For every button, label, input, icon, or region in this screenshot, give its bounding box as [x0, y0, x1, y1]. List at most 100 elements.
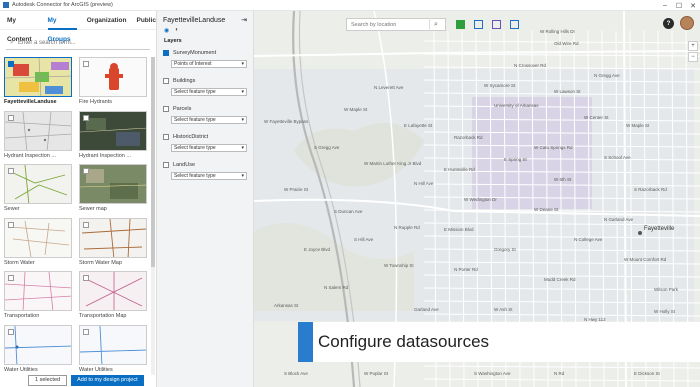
feature-type-value: Select feature type	[174, 145, 216, 151]
content-item[interactable]: Storm Water Map	[79, 217, 147, 272]
street-label: W Prairie St	[284, 187, 309, 192]
item-checkbox[interactable]	[8, 168, 14, 174]
layer-checkbox[interactable]	[163, 161, 169, 168]
item-checkbox[interactable]	[83, 61, 89, 67]
content-thumbnail[interactable]	[4, 217, 72, 258]
content-thumbnail[interactable]	[4, 271, 72, 311]
item-checkbox[interactable]	[8, 114, 14, 121]
location-search-input[interactable]	[347, 21, 429, 28]
content-thumbnail[interactable]	[79, 110, 147, 151]
minimize-button[interactable]: –	[658, 0, 672, 11]
chevron-down-icon: ▾	[241, 145, 244, 151]
rectangle-select-icon[interactable]	[492, 20, 501, 29]
chevron-down-icon: ▾	[241, 117, 244, 123]
tab-my-groups[interactable]: My Groups	[47, 11, 77, 43]
content-item[interactable]: Water Utilities	[4, 324, 72, 376]
content-item[interactable]: Sewer map	[79, 164, 147, 218]
street-label: W Ash St	[494, 307, 513, 312]
layer-name: Buildings	[173, 77, 196, 84]
street-label: Old Wire Rd	[554, 41, 579, 46]
content-thumbnail[interactable]	[79, 57, 147, 97]
street-label: Arkansas St	[274, 303, 299, 308]
content-grid: FayettevilleLanduse Fire Hydrants Hydrant …	[4, 57, 150, 375]
content-thumbnail[interactable]	[79, 217, 147, 258]
content-item[interactable]: Storm Water	[4, 217, 72, 272]
street-label: E Dickson St	[634, 371, 660, 376]
feature-type-select[interactable]: Points of Interest ▾	[171, 60, 247, 68]
basemap-icon[interactable]: ◐	[175, 27, 179, 34]
content-item[interactable]: Hydrant Inspection ...	[79, 110, 147, 165]
clear-selection-icon[interactable]	[510, 20, 519, 29]
scrollbar-thumb[interactable]	[151, 57, 155, 267]
zoom-out-button[interactable]: −	[688, 52, 698, 62]
feature-type-value: Points of Interest	[174, 61, 212, 67]
street-label: S Washington Ave	[474, 371, 511, 376]
layer-checkbox[interactable]	[163, 105, 169, 112]
content-item[interactable]: FayettevilleLanduse	[4, 57, 72, 111]
layer-checkbox[interactable]	[163, 77, 169, 84]
item-checkbox[interactable]	[8, 275, 14, 281]
item-checkbox[interactable]	[8, 61, 14, 67]
street-label: S Hill Ave	[354, 237, 374, 242]
street-label: W Holly St	[654, 309, 676, 314]
zoom-in-button[interactable]: +	[688, 41, 698, 51]
tab-organization[interactable]: Organization	[87, 11, 127, 30]
feature-type-select[interactable]: Select feature type ▾	[171, 88, 247, 96]
extent-tool-icon[interactable]	[474, 20, 483, 29]
overlay-banner: Configure datasources	[298, 322, 700, 362]
content-thumbnail[interactable]	[79, 164, 147, 204]
add-to-project-button[interactable]: Add to my design project	[71, 374, 144, 386]
street-label: N Leverett Ave	[374, 85, 404, 90]
close-button[interactable]: ✕	[686, 0, 700, 11]
layer-row: HistoricDistrict Select feature type ▾	[157, 132, 253, 152]
item-checkbox[interactable]	[83, 275, 89, 281]
content-thumbnail[interactable]	[79, 324, 147, 365]
item-checkbox[interactable]	[83, 221, 89, 228]
item-checkbox[interactable]	[83, 168, 89, 174]
content-item[interactable]: Sewer	[4, 164, 72, 218]
street-label: Garland Ave	[414, 307, 439, 312]
search-input[interactable]	[18, 39, 148, 46]
layer-row: LandUse Select feature type ▾	[157, 160, 253, 180]
search-icon[interactable]: ⌕	[429, 18, 442, 31]
feature-type-value: Select feature type	[174, 89, 216, 95]
item-checkbox[interactable]	[83, 114, 89, 121]
select-tool-icon[interactable]	[456, 20, 465, 29]
content-item-label: Water Utilities	[79, 366, 113, 373]
content-item[interactable]: Fire Hydrants	[79, 57, 147, 111]
map-view[interactable]: W Rolling Hills Dr Old Wire Rd N Crossover…	[254, 11, 700, 387]
street-label: N Rd	[554, 371, 565, 376]
content-thumbnail[interactable]	[79, 271, 147, 311]
help-icon[interactable]: ?	[663, 18, 674, 29]
title-bar: Autodesk Connector for ArcGIS (preview) …	[0, 0, 700, 11]
content-scrollbar[interactable]	[151, 57, 155, 375]
item-checkbox[interactable]	[8, 221, 14, 228]
content-thumbnail[interactable]	[4, 110, 72, 151]
content-item[interactable]: Hydrant Inspection ...	[4, 110, 72, 165]
content-item[interactable]: Water Utilities	[79, 324, 147, 376]
content-thumbnail[interactable]	[4, 57, 72, 97]
street-label: N Gregg Ave	[594, 73, 620, 78]
street-label: E Huntsville Rd	[444, 167, 475, 172]
selected-count-button[interactable]: 1 selected	[28, 374, 68, 386]
content-item-label: Sewer	[4, 206, 20, 212]
search-icon: ⌕	[10, 38, 14, 46]
content-item[interactable]: Transportation	[4, 271, 72, 325]
layers-icon[interactable]: ◉	[164, 27, 169, 34]
layer-checkbox[interactable]	[163, 49, 169, 56]
content-item[interactable]: Transportation Map	[79, 271, 147, 325]
item-checkbox[interactable]	[8, 328, 14, 335]
content-thumbnail[interactable]	[4, 324, 72, 365]
layer-checkbox[interactable]	[163, 133, 169, 140]
avatar[interactable]	[680, 16, 694, 30]
item-checkbox[interactable]	[83, 328, 89, 335]
tab-my-content[interactable]: My Content	[7, 11, 38, 43]
content-item-label: Transportation	[4, 313, 40, 319]
tab-public[interactable]: Public	[136, 11, 156, 30]
feature-type-select[interactable]: Select feature type ▾	[171, 116, 247, 124]
content-thumbnail[interactable]	[4, 164, 72, 204]
maximize-button[interactable]: ☐	[672, 0, 686, 11]
feature-type-select[interactable]: Select feature type ▾	[171, 172, 247, 180]
pin-icon[interactable]: ⇥	[241, 16, 247, 24]
feature-type-select[interactable]: Select feature type ▾	[171, 144, 247, 152]
